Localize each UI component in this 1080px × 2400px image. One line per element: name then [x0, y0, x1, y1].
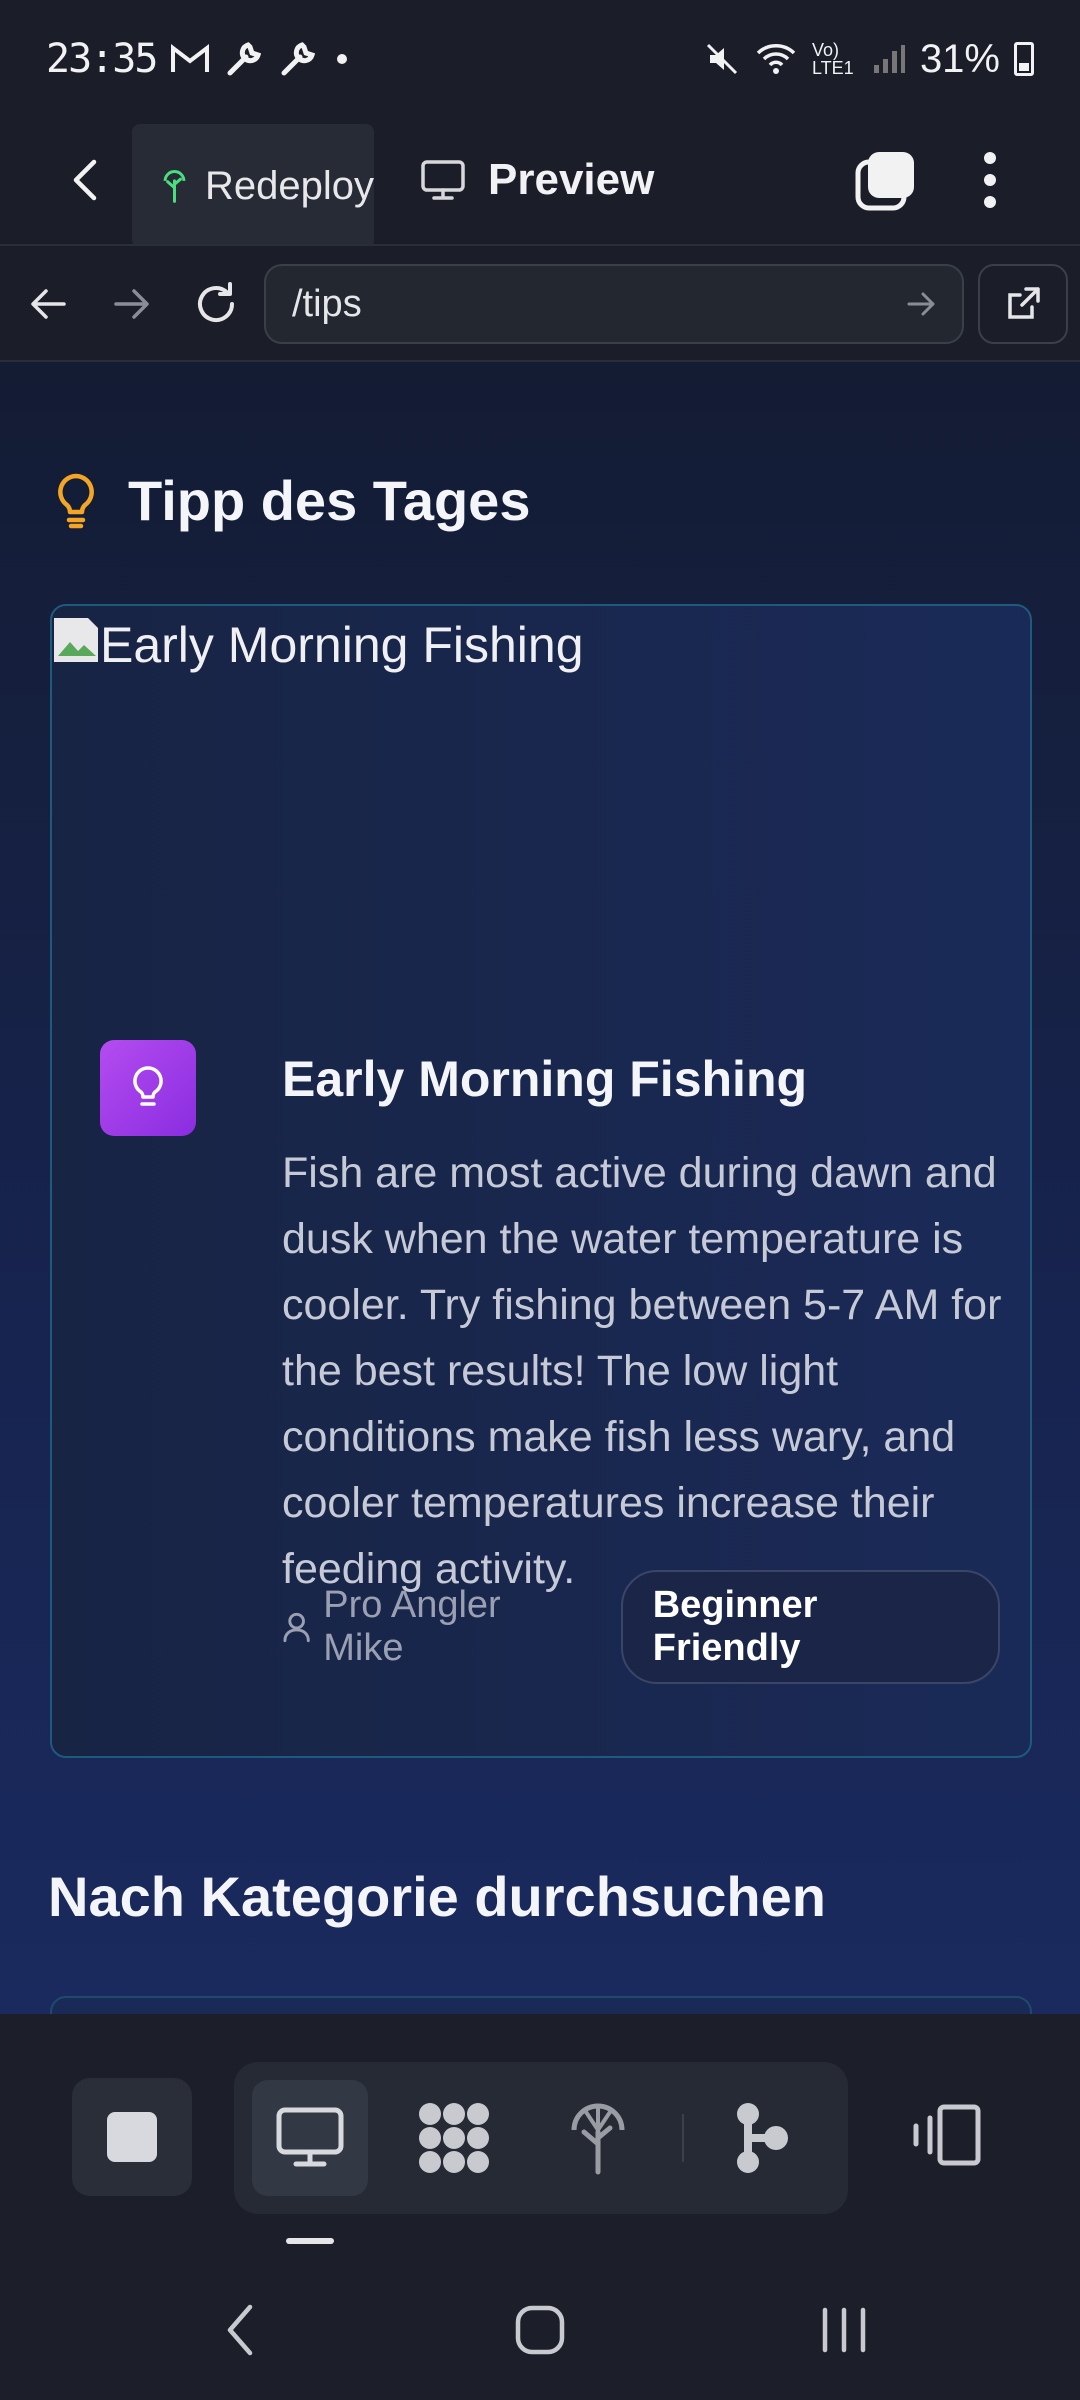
wifi-icon — [756, 44, 796, 74]
stop-button[interactable] — [72, 2078, 192, 2196]
status-bar: 23:35 Vo) LTE1 31% — [0, 0, 1080, 118]
status-time: 23:35 — [46, 36, 158, 82]
network-label: Vo) LTE1 — [811, 40, 854, 78]
redeploy-label: Redeploy — [204, 163, 374, 208]
tree-icon — [571, 2103, 625, 2175]
deploy-button[interactable] — [540, 2080, 656, 2196]
reload-icon — [198, 282, 234, 322]
tree-icon — [163, 170, 186, 203]
arrow-left-icon — [31, 289, 66, 319]
mute-icon — [706, 43, 737, 75]
url-path: /tips — [292, 282, 362, 325]
battery-percent: 31% — [919, 36, 1000, 81]
monitor-icon — [421, 160, 465, 200]
category-card[interactable] — [50, 1996, 1032, 2014]
tip-title: Early Morning Fishing — [282, 1051, 808, 1107]
device-toggle-button[interactable] — [896, 2080, 996, 2190]
more-menu-button[interactable] — [966, 140, 1014, 220]
reload-button[interactable] — [184, 272, 248, 336]
wrench-icon — [227, 42, 262, 76]
desktop-mode-button[interactable] — [252, 2080, 368, 2196]
nodes-button[interactable] — [704, 2080, 820, 2196]
android-nav-bar — [0, 2254, 1080, 2400]
lightbulb-icon — [58, 473, 94, 528]
web-preview[interactable]: Tipp des Tages Early Morning Fishing Ear… — [0, 362, 1080, 2014]
tip-image-alt: Early Morning Fishing — [100, 617, 584, 673]
gmail-icon — [171, 43, 210, 72]
battery-icon — [1014, 42, 1034, 76]
broken-image-icon — [54, 618, 98, 662]
tabs-icon — [855, 152, 914, 211]
bottom-toolbar — [0, 2014, 1080, 2254]
status-right: Vo) LTE1 31% — [704, 37, 1034, 82]
back-button[interactable] — [56, 144, 116, 216]
section-heading: Tipp des Tages — [52, 468, 530, 533]
recents-icon — [822, 2307, 866, 2353]
url-input[interactable]: /tips — [264, 264, 964, 344]
system-home-button[interactable] — [500, 2290, 580, 2370]
stop-icon — [107, 2112, 157, 2162]
url-row: /tips — [0, 244, 1080, 362]
redeploy-button[interactable]: Redeploy — [132, 124, 374, 248]
wrench-icon — [281, 42, 316, 76]
dot-icon — [337, 54, 348, 64]
home-icon — [515, 2305, 565, 2355]
chevron-left-icon — [73, 159, 97, 201]
arrow-right-icon — [907, 292, 935, 316]
system-back-button[interactable] — [200, 2290, 280, 2370]
active-indicator — [286, 2238, 334, 2244]
preview-label: Preview — [488, 155, 655, 204]
grid-icon — [419, 2103, 489, 2173]
more-vertical-icon — [984, 152, 996, 208]
tip-card[interactable]: Early Morning Fishing Early Morning Fish… — [50, 604, 1032, 1758]
chevron-left-icon — [227, 2304, 253, 2356]
tip-author: Pro Angler Mike — [282, 1584, 585, 1670]
lightbulb-icon — [133, 1066, 163, 1106]
tip-image: Early Morning Fishing — [52, 606, 1030, 1026]
tip-meta: Pro Angler Mike Beginner Friendly — [282, 1570, 1000, 1684]
app-header: Redeploy Preview — [0, 118, 1080, 248]
difficulty-badge: Beginner Friendly — [620, 1570, 1000, 1684]
system-recents-button[interactable] — [804, 2290, 884, 2370]
view-mode-group — [234, 2062, 848, 2214]
section-title: Tipp des Tages — [128, 469, 531, 532]
tabs-button[interactable] — [850, 140, 922, 220]
tab-preview[interactable]: Preview — [420, 140, 654, 220]
open-external-button[interactable] — [978, 264, 1068, 344]
user-icon — [283, 1612, 310, 1643]
components-button[interactable] — [396, 2080, 512, 2196]
monitor-icon — [276, 2107, 344, 2167]
tip-text: Fish are most active during dawn and dus… — [282, 1149, 1002, 1593]
arrow-right-icon — [114, 289, 149, 319]
category-heading: Nach Kategorie durchsuchen — [48, 1865, 826, 1928]
toolbar-divider — [682, 2114, 684, 2162]
nav-back-button[interactable] — [16, 272, 80, 336]
tip-author-name: Pro Angler Mike — [323, 1584, 501, 1669]
nodes-icon — [737, 2103, 788, 2173]
nav-forward-button[interactable] — [100, 272, 164, 336]
device-icon — [913, 2104, 981, 2166]
url-go-button[interactable] — [898, 280, 946, 328]
status-left: 23:35 — [46, 36, 352, 82]
external-link-icon — [1008, 287, 1040, 319]
tip-icon-badge — [100, 1040, 196, 1136]
signal-icon — [873, 45, 905, 73]
